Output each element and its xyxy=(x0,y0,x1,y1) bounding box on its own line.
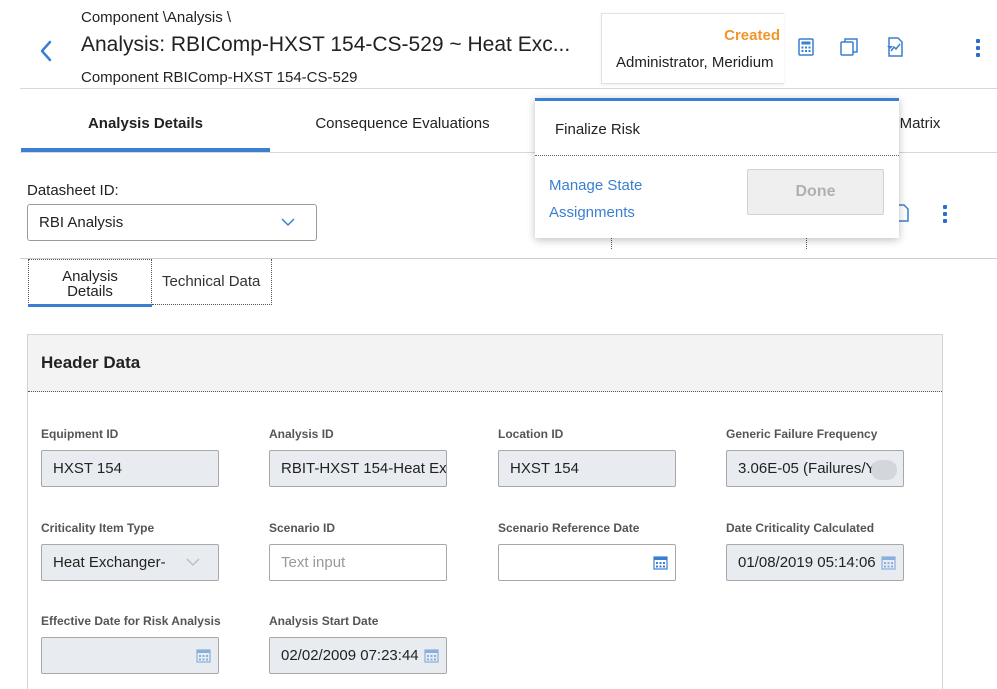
finalize-risk-popover: Finalize Risk Manage State Assignments D… xyxy=(535,98,899,238)
chevron-down-icon xyxy=(186,558,200,566)
header-data-panel: Header Data Equipment ID HXST 154 Analys… xyxy=(27,334,943,689)
location-id-field: HXST 154 xyxy=(498,450,676,487)
toolbar-separator xyxy=(806,237,807,249)
field-label: Criticality Item Type xyxy=(41,521,155,535)
calendar-icon xyxy=(881,556,896,570)
analysis-id-field: RBIT-HXST 154-Heat Ex xyxy=(269,450,447,487)
state-user: Administrator, Meridium xyxy=(616,54,774,71)
field-value: Heat Exchanger- xyxy=(53,554,166,571)
state-card[interactable]: Created Administrator, Meridium xyxy=(601,13,784,84)
datasheet-selected-value: RBI Analysis xyxy=(39,214,124,231)
effective-date-field xyxy=(41,637,219,674)
analysis-start-date-field: 02/02/2009 07:23:44 xyxy=(269,637,447,674)
datasheet-select[interactable]: RBI Analysis xyxy=(27,204,317,241)
subtab-label: Analysis Details xyxy=(62,268,118,300)
header-divider xyxy=(20,88,997,89)
eye-icon[interactable] xyxy=(871,460,897,480)
active-subtab-indicator xyxy=(28,304,152,307)
done-button[interactable]: Done xyxy=(747,169,884,215)
field-label: Equipment ID xyxy=(41,427,119,441)
page-subtitle: Component RBIComp-HXST 154-CS-529 xyxy=(81,69,358,86)
chevron-down-icon xyxy=(281,218,295,227)
popover-title[interactable]: Finalize Risk xyxy=(555,121,640,138)
datasheet-more-options-icon[interactable] xyxy=(942,205,948,226)
field-label: Date Criticality Calculated xyxy=(726,521,875,535)
tab-matrix[interactable]: Matrix xyxy=(890,102,950,152)
field-label: Effective Date for Risk Analysis xyxy=(41,614,221,628)
field-value: 01/08/2019 05:14:06 xyxy=(738,554,876,571)
field-label: Scenario Reference Date xyxy=(498,521,640,535)
subtab-technical-data[interactable]: Technical Data xyxy=(152,259,272,305)
field-label: Analysis Start Date xyxy=(269,614,379,628)
tab-analysis-details[interactable]: Analysis Details xyxy=(21,102,270,152)
calendar-icon xyxy=(196,649,211,663)
field-label: Scenario ID xyxy=(269,521,336,535)
breadcrumb[interactable]: Component \Analysis \ xyxy=(81,9,231,26)
more-options-icon[interactable] xyxy=(975,39,981,60)
calendar-icon[interactable] xyxy=(653,555,668,570)
calculator-icon[interactable] xyxy=(795,36,817,58)
tab-consequence-evaluations[interactable]: Consequence Evaluations xyxy=(280,102,525,152)
panel-title: Header Data xyxy=(41,353,141,372)
scenario-id-input[interactable]: Text input xyxy=(269,544,447,581)
date-criticality-calculated-field: 01/08/2019 05:14:06 xyxy=(726,544,904,581)
scenario-reference-date-input[interactable] xyxy=(498,544,676,581)
field-label: Generic Failure Frequency xyxy=(726,427,878,441)
manage-state-assignments-link-line2[interactable]: Assignments xyxy=(549,204,635,221)
field-value: 02/02/2009 07:23:44 xyxy=(281,647,419,664)
field-label: Analysis ID xyxy=(269,427,334,441)
copy-icon[interactable] xyxy=(838,36,860,58)
panel-header[interactable]: Header Data xyxy=(28,335,942,392)
subtab-analysis-details[interactable]: Analysis Details xyxy=(28,259,152,307)
popover-divider xyxy=(535,155,899,156)
equipment-id-field: HXST 154 xyxy=(41,450,219,487)
calendar-icon xyxy=(424,649,439,663)
criticality-item-type-dropdown: Heat Exchanger- xyxy=(41,544,219,581)
page-title: Analysis: RBIComp-HXST 154-CS-529 ~ Heat… xyxy=(81,33,571,56)
toolbar-separator xyxy=(611,237,612,249)
state-status: Created xyxy=(724,27,780,44)
field-label: Location ID xyxy=(498,427,564,441)
datasheet-label: Datasheet ID: xyxy=(27,182,119,199)
back-arrow-icon[interactable] xyxy=(34,36,58,66)
report-icon[interactable] xyxy=(884,36,906,58)
generic-failure-frequency-field: 3.06E-05 (Failures/Year xyxy=(726,450,904,487)
manage-state-assignments-link[interactable]: Manage State xyxy=(549,177,642,194)
